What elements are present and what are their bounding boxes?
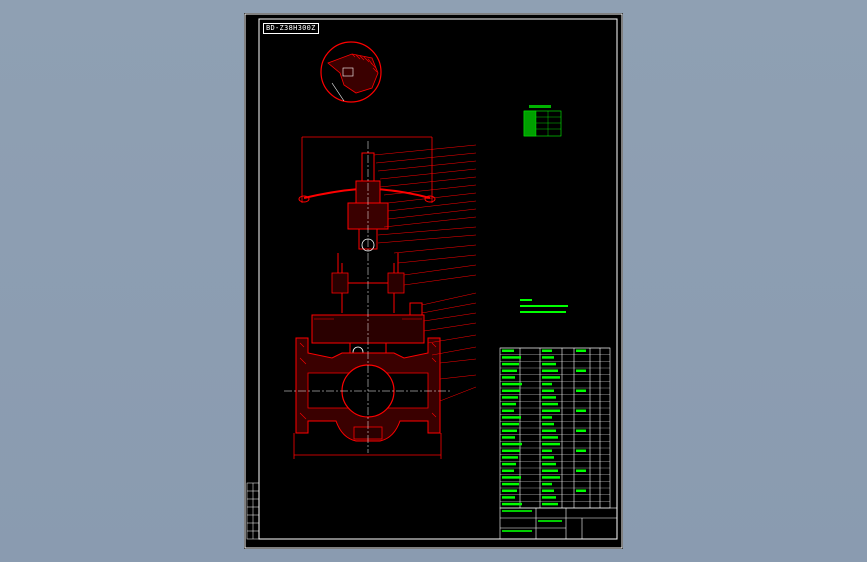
parts-list-entry [502,449,520,452]
parts-list-entry [542,489,554,492]
parts-list-entry [502,369,517,372]
parts-list-entry [502,456,518,459]
parts-list-entry [542,376,560,379]
parts-list-entry [576,409,586,412]
parts-list-entry [502,376,515,379]
parts-list-entry [576,429,586,432]
parts-list-entry [542,436,558,439]
parts-list-entry [542,402,558,406]
parts-list-entry [502,489,517,492]
parts-list-entry [576,369,586,372]
detail-view-circle [320,41,382,103]
valve-assembly-drawing [244,13,623,549]
parts-list-entry [502,409,514,412]
parts-list-entry [502,476,521,479]
parts-list-entry [542,389,554,392]
title-block [499,507,618,540]
parts-list-entry [502,469,514,472]
parts-list-entry [502,416,521,419]
parts-list-entry [542,502,558,506]
parts-list-entry [502,422,519,426]
parts-list-entry [502,429,517,432]
parts-list-entry [502,382,522,386]
parts-list-entry [542,422,554,426]
parts-list-entry [502,389,520,392]
parts-list-entry [542,429,556,432]
parts-list-rows [500,347,610,506]
parts-list-entry [542,469,558,472]
parts-list-entry [542,396,556,399]
valve-stem-and-yoke [331,152,423,332]
drawing-sheet: BD-Z38H300Z [244,13,623,549]
specification-table [523,105,562,137]
parts-list-entry [576,349,586,352]
title-block-fill [502,510,562,532]
parts-list-entry [542,356,554,359]
sheet-inner-frame [258,18,618,540]
parts-list-entry [502,482,519,486]
parts-list-entry [576,469,586,472]
parts-list-entry [502,442,522,446]
revision-block [246,482,260,540]
parts-list-entry [542,456,554,459]
parts-list-entry [502,362,519,366]
parts-list-entry [502,349,514,352]
parts-list-entry [576,449,586,452]
parts-list-entry [542,362,556,366]
parts-list-entry [576,489,586,492]
parts-list-entry [502,436,515,439]
parts-list-entry [542,496,556,499]
parts-list-entry [542,409,560,412]
parts-list-entry [502,496,515,499]
parts-list-entry [542,462,556,466]
parts-list-entry [542,449,552,452]
parts-list-entry [542,482,552,486]
parts-list-entry [502,402,516,406]
parts-list-entry [542,382,552,386]
parts-list-entry [542,442,560,446]
parts-list-entry [502,356,521,359]
parts-list-entry [502,396,518,399]
parts-list-entry [542,476,560,479]
parts-list-entry [542,369,558,372]
parts-list-entry [502,502,522,506]
technical-notes [520,299,568,313]
parts-list-entry [542,349,552,352]
parts-list-entry [502,462,516,466]
parts-list-entry [576,389,586,392]
parts-list-entry [542,416,552,419]
